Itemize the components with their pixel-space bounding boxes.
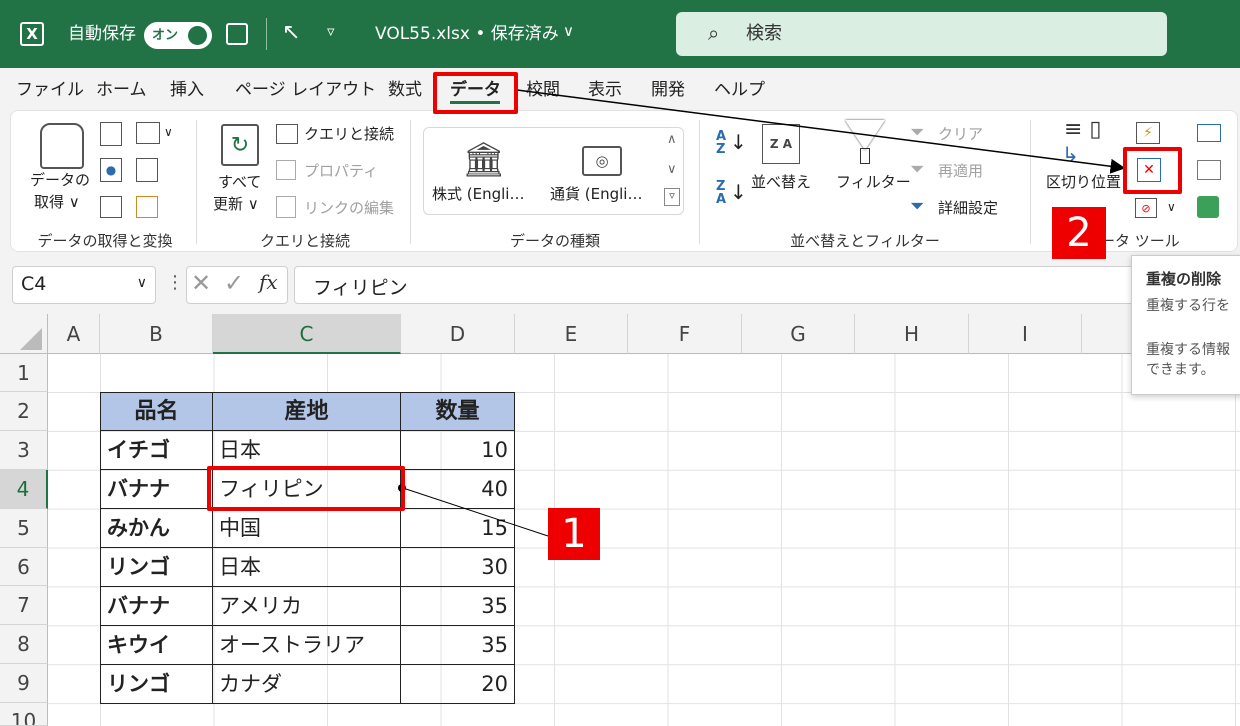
callout-step-2: 2 [1052, 207, 1106, 259]
arrow-menu-to-button [516, 89, 1126, 174]
callout-step-1: 1 [548, 508, 600, 560]
highlight-data-tab [433, 72, 518, 114]
highlight-cell-c4 [207, 466, 405, 511]
leader-line-step-1 [402, 487, 549, 537]
highlight-remove-duplicates [1123, 147, 1182, 194]
annotation-arrows [398, 89, 1126, 537]
